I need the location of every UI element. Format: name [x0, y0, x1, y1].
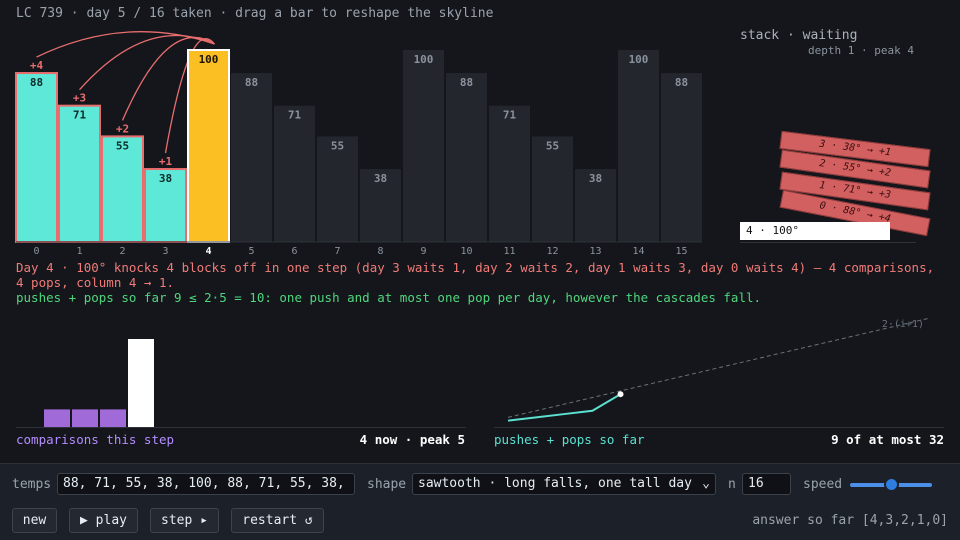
n-input[interactable]: 16 [742, 473, 791, 495]
wait-label: +2 [116, 122, 129, 135]
pushpop-summary: 9 of at most 32 [831, 432, 944, 447]
day-bar[interactable] [446, 73, 487, 242]
day-index-label: 0 [33, 246, 39, 257]
bar-temp-label: 88 [675, 76, 688, 89]
day-index-label: 4 [205, 246, 211, 257]
day-index-label: 13 [589, 246, 601, 257]
comparisons-chart [16, 339, 466, 428]
day-index-label: 12 [546, 246, 558, 257]
bar-temp-label: 55 [331, 139, 344, 152]
day-index-label: 8 [377, 246, 383, 257]
comparisons-label: comparisons this step [16, 432, 175, 447]
day-bar[interactable] [58, 104, 101, 244]
pushpop-label: pushes + pops so far [494, 432, 645, 447]
bar-temp-label: 38 [159, 172, 172, 185]
speed-slider-thumb[interactable] [883, 477, 899, 492]
day-bar[interactable] [661, 73, 702, 242]
stack-subtitle: depth 1 · peak 4 [808, 44, 914, 57]
day-index-label: 6 [291, 246, 297, 257]
wait-label: +4 [30, 59, 44, 72]
day-index-label: 2 [119, 246, 125, 257]
stack-current-block: 4 · 100° [740, 222, 890, 240]
day-bar[interactable] [489, 105, 530, 243]
pushpop-current-point [617, 391, 624, 398]
temps-input[interactable]: 88, 71, 55, 38, 100, 88, 71, 55, 38, 100… [57, 473, 355, 495]
step-explanation: Day 4 · 100° knocks 4 blocks off in one … [16, 260, 935, 290]
n-label: n [728, 477, 736, 492]
bar-temp-label: 88 [30, 76, 43, 89]
speed-label: speed [803, 477, 843, 492]
bound-label: 2·(i+1) [882, 319, 924, 330]
day-index-label: 11 [503, 246, 515, 257]
bound-line [507, 317, 931, 418]
new-button[interactable]: new [12, 508, 57, 533]
control-bar: temps 88, 71, 55, 38, 100, 88, 71, 55, 3… [0, 463, 960, 540]
bar-temp-label: 71 [288, 109, 302, 122]
comparison-bar [100, 409, 126, 427]
day-index-label: 10 [460, 246, 472, 257]
page-title: LC 739 · day 5 / 16 taken · drag a bar t… [16, 6, 494, 21]
play-button[interactable]: ▶ play [69, 508, 138, 533]
shape-select[interactable]: sawtooth · long falls, one tall day ⌄ [412, 473, 716, 495]
answer-readout: answer so far [4,3,2,1,0] [752, 513, 948, 528]
stack-base-line [740, 242, 916, 243]
day-bar[interactable] [231, 73, 272, 242]
comparison-bar [128, 339, 154, 427]
day-index-label: 9 [420, 246, 426, 257]
wait-label: +3 [73, 92, 86, 105]
day-bar[interactable] [274, 105, 315, 243]
bar-temp-label: 71 [503, 109, 517, 122]
bar-temp-label: 55 [546, 139, 559, 152]
temps-label: temps [12, 477, 52, 492]
bar-temp-label: 88 [245, 76, 258, 89]
bar-temp-label: 71 [73, 109, 87, 122]
day-bar[interactable] [618, 50, 659, 242]
bar-temp-label: 88 [460, 76, 473, 89]
stack-title: stack · waiting [740, 28, 858, 43]
restart-button[interactable]: restart ↺ [231, 508, 324, 533]
step-button[interactable]: step ▸ [150, 508, 219, 533]
chevron-down-icon: ⌄ [702, 476, 710, 491]
day-bar[interactable] [15, 72, 58, 244]
day-index-label: 14 [632, 246, 644, 257]
shape-select-value: sawtooth · long falls, one tall day [418, 476, 692, 491]
day-index-label: 15 [675, 246, 687, 257]
skyline-chart[interactable]: 88 0 +4 71 1 +3 55 2 +2 38 3 +1 100 4 88 5 71 6 55 7 38 8 100 9… [0, 30, 720, 260]
invariant-note: pushes + pops so far 9 ≤ 2·5 = 10: one p… [16, 290, 762, 305]
bar-temp-label: 100 [414, 53, 434, 66]
pushpop-chart: 2·(i+1) [494, 317, 944, 428]
wait-label: +1 [159, 155, 173, 168]
bar-temp-label: 38 [374, 172, 387, 185]
day-index-label: 3 [162, 246, 168, 257]
day-bar[interactable] [187, 49, 230, 243]
bar-temp-label: 100 [629, 53, 649, 66]
comparisons-summary: 4 now · peak 5 [359, 432, 465, 447]
day-index-label: 5 [248, 246, 254, 257]
day-index-label: 1 [76, 246, 82, 257]
bar-temp-label: 38 [589, 172, 602, 185]
bar-temp-label: 100 [199, 53, 219, 66]
bar-temp-label: 55 [116, 139, 129, 152]
pushpop-line [507, 393, 622, 422]
comparison-bar [72, 409, 98, 427]
shape-label: shape [367, 477, 407, 492]
day-bar[interactable] [403, 50, 444, 242]
comparison-bar [44, 409, 70, 427]
day-index-label: 7 [334, 246, 340, 257]
